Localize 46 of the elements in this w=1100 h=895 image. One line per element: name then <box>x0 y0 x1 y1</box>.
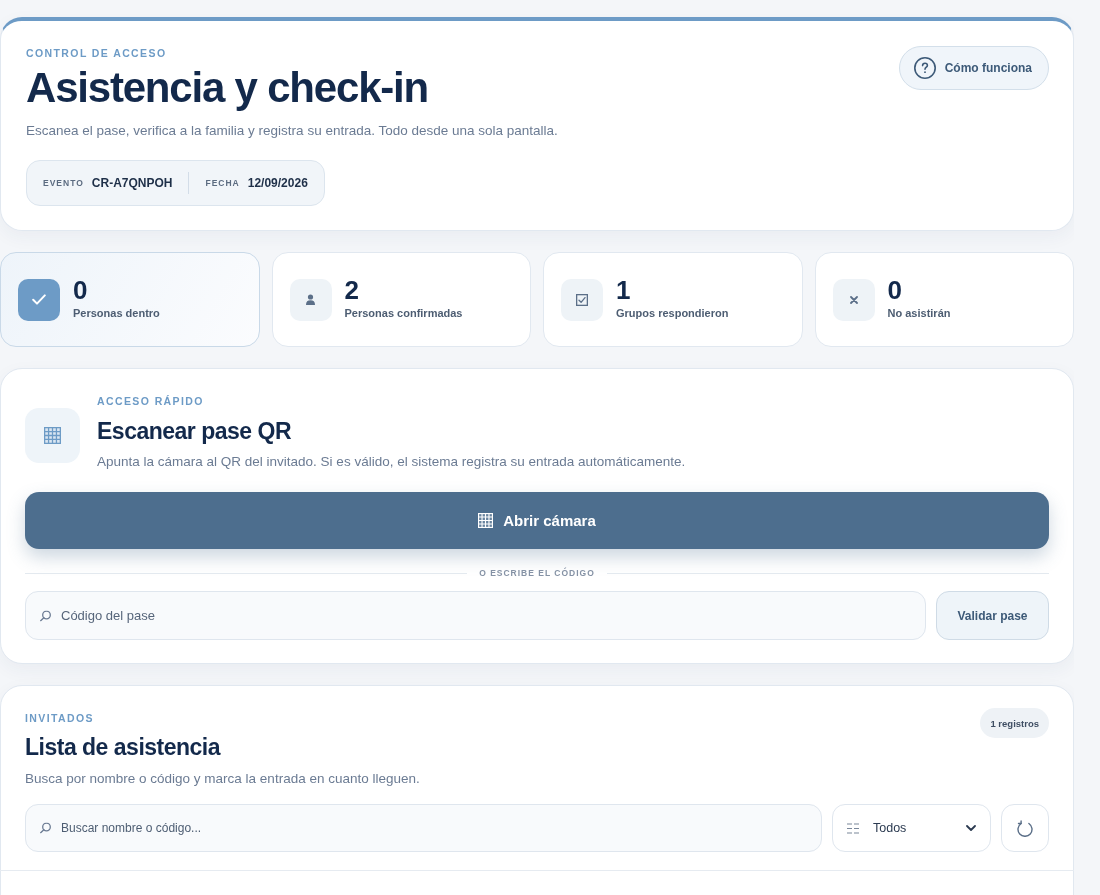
meta-label: FECHA <box>205 178 240 188</box>
section-description: Apunta la cámara al QR del invitado. Si es válido, el sistema registra su entrada automáticamente. <box>97 453 686 471</box>
stat-value: 2 <box>344 276 360 304</box>
filter-icon <box>847 822 859 834</box>
section-kicker: CONTROL DE ACCESO <box>26 46 168 60</box>
stat-value: 1 <box>616 276 632 304</box>
stat-label: Personas dentro <box>73 307 160 319</box>
section-kicker: ACCESO RÁPIDO <box>97 394 205 408</box>
stat-label: Personas confirmadas <box>344 307 463 319</box>
section-description: Busca por nombre o código y marca la entrada en cuanto lleguen. <box>25 770 420 788</box>
stat-card[interactable]: 2 Personas confirmadas <box>271 252 531 347</box>
validate-button[interactable]: Validar pase <box>936 591 1049 640</box>
x-mark-icon <box>832 278 875 321</box>
refresh-button[interactable] <box>1001 804 1049 852</box>
search-icon <box>40 822 51 834</box>
stat-card[interactable]: 1 Grupos respondieron <box>543 252 803 347</box>
meta-label: EVENTO <box>43 178 84 188</box>
person-icon <box>289 278 332 321</box>
search-field[interactable]: Buscar nombre o código... <box>25 804 822 852</box>
stat-label: No asistirán <box>887 307 951 319</box>
stat-card[interactable]: 0 Personas dentro <box>0 252 260 347</box>
stat-value: 0 <box>73 276 89 304</box>
section-kicker: INVITADOS <box>25 711 95 725</box>
stat-label: Grupos respondieron <box>616 307 729 319</box>
open-camera-button[interactable]: Abrir cámara <box>25 492 1049 549</box>
page-title: Asistencia y check-in <box>26 64 429 112</box>
record-count-badge: 1 registros <box>980 708 1049 738</box>
section-title: Escanear pase QR <box>97 417 292 445</box>
refresh-icon <box>1017 819 1033 837</box>
check-icon <box>18 278 60 321</box>
search-icon <box>40 610 51 621</box>
meta-value: CR-A7QNPOH <box>91 176 173 190</box>
section-title: Lista de asistencia <box>25 733 222 761</box>
grid-icon <box>478 513 494 528</box>
page-subtitle: Escanea el pase, verifica a la familia y registra su entrada. Todo desde una sola pantalla. <box>26 122 558 140</box>
grid-icon <box>25 408 80 463</box>
filter-select[interactable]: Todos <box>832 804 991 852</box>
help-icon <box>913 57 936 79</box>
divider-label: O ESCRIBE EL CÓDIGO <box>479 568 595 578</box>
chevron-down-icon <box>966 825 976 831</box>
code-input-field[interactable]: Código del pase <box>25 591 926 640</box>
stat-value: 0 <box>887 276 903 304</box>
meta-value: 12/09/2026 <box>247 176 308 190</box>
checked-box-icon <box>561 278 603 321</box>
stat-card[interactable]: 0 No asistirán <box>814 252 1074 347</box>
help-button[interactable]: Cómo funciona <box>898 46 1049 90</box>
